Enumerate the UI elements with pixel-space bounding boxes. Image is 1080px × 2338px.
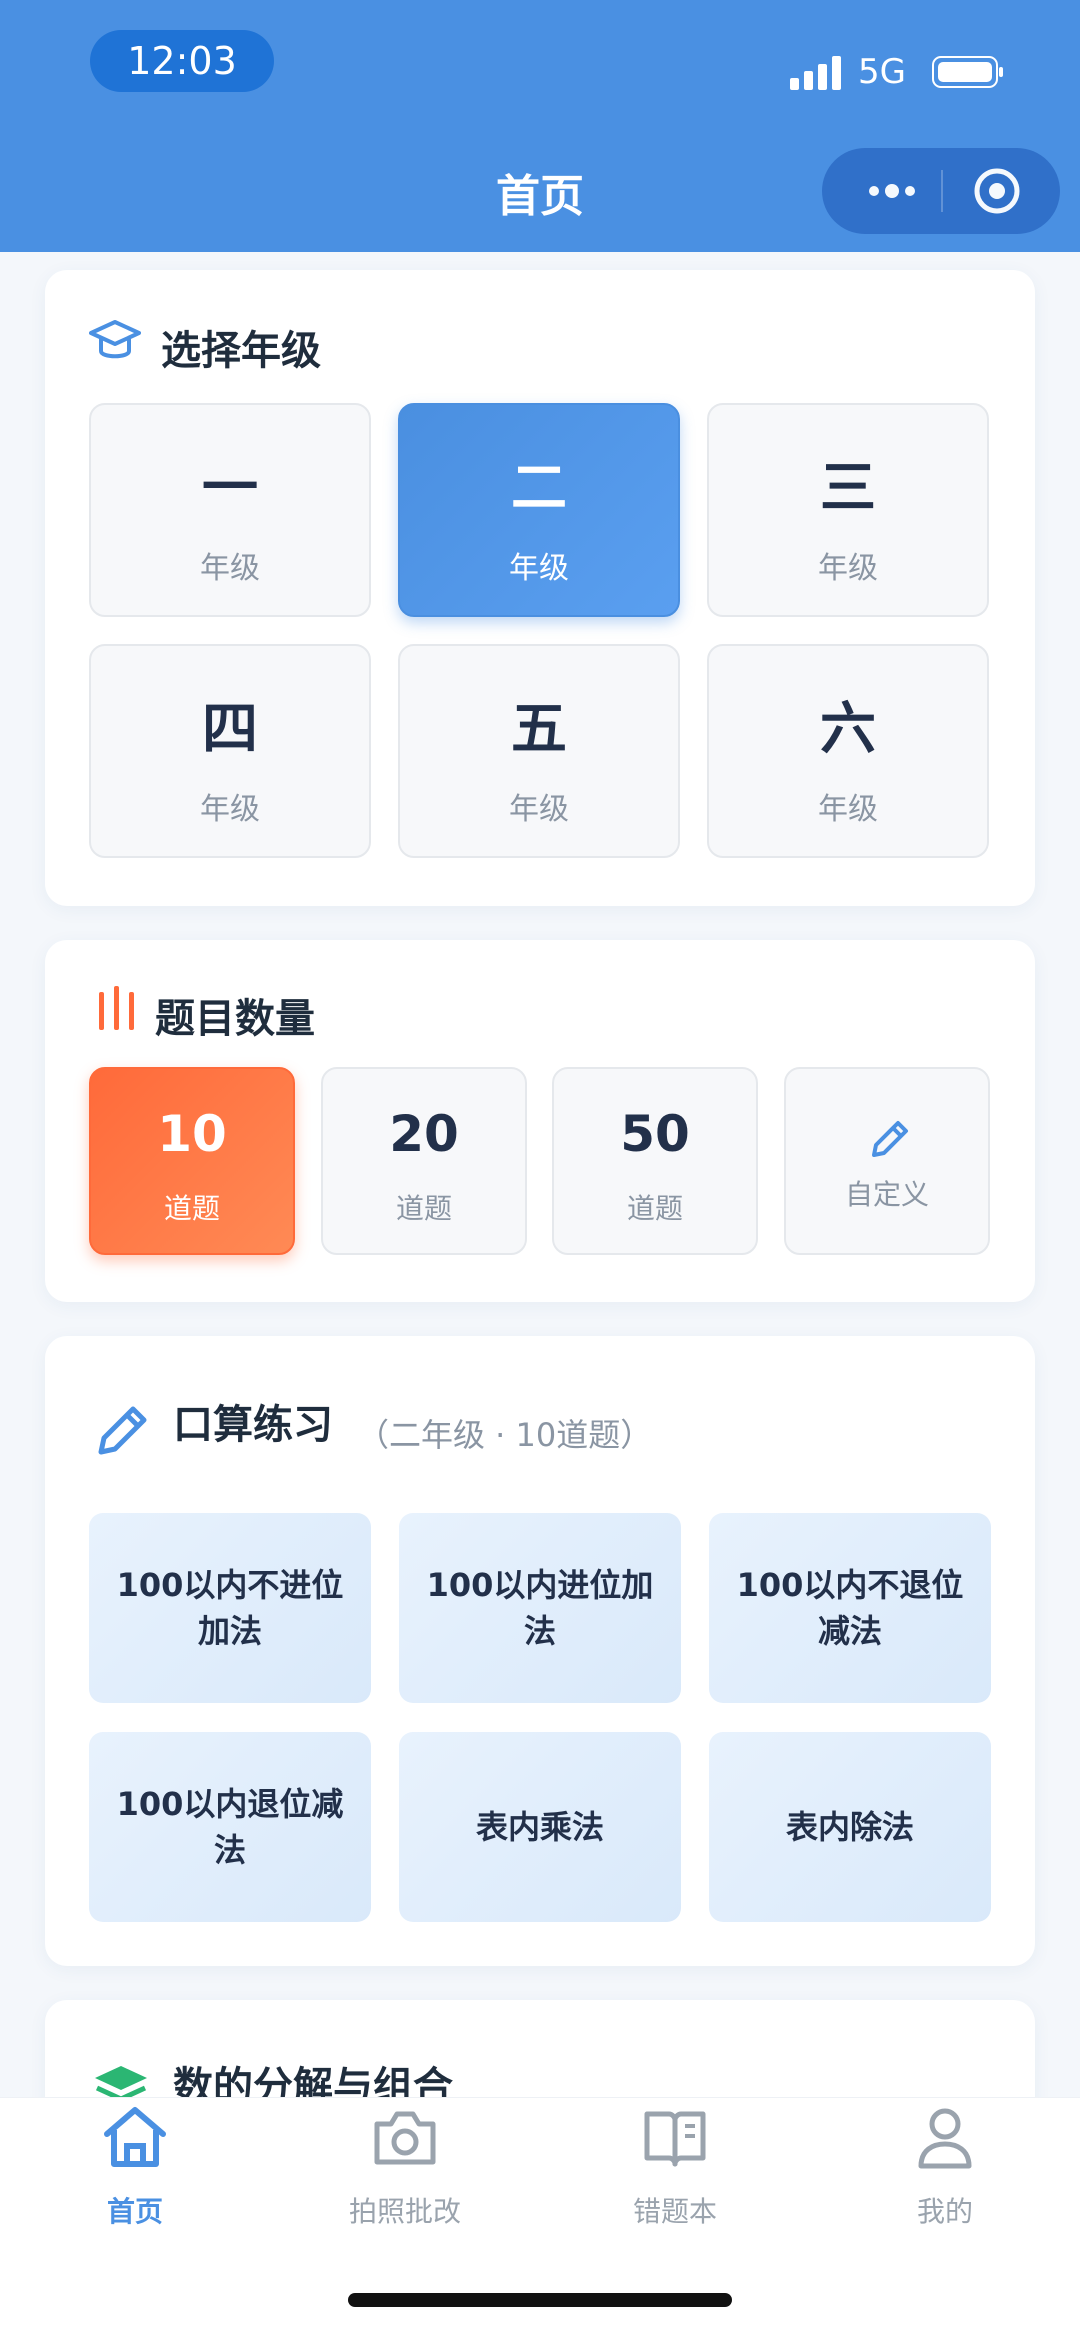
practice-item-label: 表内除法 [785, 1808, 914, 1846]
count-section-title: 题目数量 [155, 996, 315, 1042]
grade-option-3[interactable]: 三 年级 [707, 403, 989, 617]
grade-number: 五 [511, 697, 567, 762]
count-label: 道题 [163, 1192, 220, 1225]
grade-label: 年级 [818, 792, 878, 827]
close-target-icon[interactable] [972, 166, 1022, 216]
grade-label: 年级 [509, 792, 569, 827]
count-option-50[interactable]: 50 道题 [552, 1067, 758, 1255]
grade-number: 四 [202, 697, 258, 762]
pencil-icon [98, 1406, 147, 1455]
practice-item-label: 100以内不退位减法 [736, 1566, 964, 1650]
grade-number: 三 [820, 456, 876, 521]
tab-photo-grading[interactable]: 拍照批改 [305, 2104, 505, 2230]
grade-number: 二 [511, 456, 567, 521]
grade-option-1[interactable]: 一 年级 [89, 403, 371, 617]
status-time: 12:03 [90, 30, 274, 92]
count-number: 50 [620, 1105, 690, 1163]
grade-label: 年级 [818, 551, 878, 586]
battery-icon [932, 56, 1003, 88]
grade-option-6[interactable]: 六 年级 [707, 644, 989, 858]
tab-home[interactable]: 首页 [35, 2104, 235, 2230]
practice-item[interactable]: 表内乘法 [399, 1732, 681, 1922]
count-option-custom[interactable]: 自定义 [784, 1067, 990, 1255]
practice-item[interactable]: 100以内进位加法 [399, 1513, 681, 1703]
grade-number: 一 [202, 456, 258, 521]
more-icon[interactable] [862, 176, 922, 206]
grade-card: 选择年级 一 年级 二 年级 三 年级 四 年级 五 年级 六 年级 [45, 270, 1035, 906]
practice-section-title: 口算练习 [173, 1402, 333, 1448]
grade-number: 六 [820, 697, 876, 762]
tab-mistake-book[interactable]: 错题本 [575, 2104, 775, 2230]
count-option-10[interactable]: 10 道题 [89, 1067, 295, 1255]
capsule-divider [941, 170, 943, 212]
count-label: 道题 [395, 1192, 452, 1225]
tab-label: 拍照批改 [348, 2195, 461, 2228]
camera-icon [374, 2111, 436, 2165]
signal-icon [790, 56, 841, 90]
home-icon [104, 2107, 166, 2167]
mini-program-capsule [822, 148, 1060, 234]
practice-item[interactable]: 表内除法 [709, 1732, 991, 1922]
count-label: 道题 [626, 1192, 683, 1225]
grade-option-2[interactable]: 二 年级 [398, 403, 680, 617]
question-count-card: 题目数量 10 道题 20 道题 50 道题 自定义 [45, 940, 1035, 1302]
practice-item-label: 100以内不进位加法 [116, 1566, 344, 1650]
practice-item-label: 100以内退位减法 [116, 1785, 344, 1869]
grade-label: 年级 [200, 551, 260, 586]
practice-item[interactable]: 100以内退位减法 [89, 1732, 371, 1922]
practice-item-label: 表内乘法 [475, 1808, 604, 1846]
tab-label: 错题本 [632, 2195, 717, 2228]
grade-option-5[interactable]: 五 年级 [398, 644, 680, 858]
practice-item[interactable]: 100以内不进位加法 [89, 1513, 371, 1703]
grade-section-title: 选择年级 [161, 328, 321, 374]
practice-section-subtitle: （二年级 · 10道题） [357, 1416, 653, 1454]
custom-count-label: 自定义 [844, 1178, 929, 1211]
user-icon [918, 2108, 972, 2169]
count-option-20[interactable]: 20 道题 [321, 1067, 527, 1255]
count-bars-icon [99, 986, 134, 1030]
count-number: 20 [389, 1105, 459, 1163]
tab-profile[interactable]: 我的 [845, 2104, 1045, 2230]
graduation-cap-icon [89, 320, 141, 359]
grade-label: 年级 [509, 551, 569, 586]
practice-item-label: 100以内进位加法 [426, 1566, 654, 1650]
tab-label: 首页 [106, 2195, 163, 2228]
grade-label: 年级 [200, 792, 260, 827]
home-indicator [348, 2293, 732, 2307]
pencil-icon [872, 1121, 908, 1157]
network-type: 5G [858, 52, 906, 92]
book-icon [644, 2111, 706, 2167]
grade-option-4[interactable]: 四 年级 [89, 644, 371, 858]
oral-practice-card: 口算练习 （二年级 · 10道题） 100以内不进位加法 100以内进位加法 1… [45, 1336, 1035, 1966]
tab-label: 我的 [916, 2195, 973, 2228]
count-number: 10 [157, 1105, 227, 1163]
practice-item[interactable]: 100以内不退位减法 [709, 1513, 991, 1703]
